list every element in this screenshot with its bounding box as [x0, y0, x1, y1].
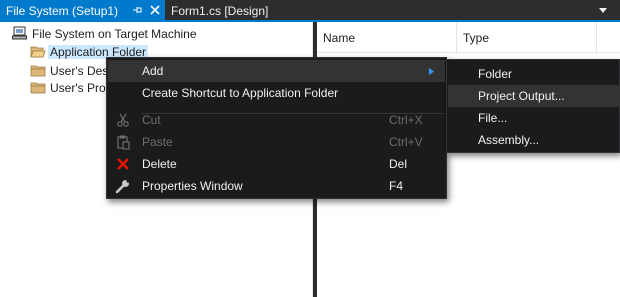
- menu-item-delete-shortcut: Del: [389, 157, 408, 171]
- menu-item-delete-label: Delete: [142, 157, 177, 171]
- context-menu: Add Create Shortcut to Application Folde…: [106, 57, 447, 199]
- menu-item-properties-shortcut: F4: [389, 179, 404, 193]
- tab-file-system[interactable]: File System (Setup1): [0, 0, 165, 22]
- wrench-icon: [115, 179, 130, 194]
- pin-icon[interactable]: [131, 4, 143, 16]
- tab-form1-design[interactable]: Form1.cs [Design]: [165, 0, 305, 20]
- delete-x-icon: [117, 158, 129, 170]
- submenu-item-folder-label: Folder: [478, 67, 513, 81]
- submenu-item-project-output-label: Project Output...: [478, 89, 565, 103]
- folder-open-icon: [30, 46, 46, 58]
- menu-item-add[interactable]: Add: [108, 60, 445, 82]
- menu-item-cut-shortcut: Ctrl+X: [389, 113, 423, 127]
- document-tab-strip: File System (Setup1) Form1.cs [Design]: [0, 0, 620, 22]
- column-header-name-label: Name: [323, 31, 356, 45]
- submenu-item-file[interactable]: File...: [448, 107, 620, 129]
- submenu-item-assembly[interactable]: Assembly...: [448, 129, 620, 151]
- menu-item-cut-label: Cut: [142, 113, 161, 127]
- menu-item-create-shortcut[interactable]: Create Shortcut to Application Folder: [108, 82, 445, 104]
- menu-item-create-shortcut-label: Create Shortcut to Application Folder: [142, 86, 339, 100]
- tree-root-label: File System on Target Machine: [32, 27, 197, 41]
- submenu-arrow-icon: [429, 68, 434, 75]
- menu-item-properties-label: Properties Window: [142, 179, 243, 193]
- submenu-item-file-label: File...: [478, 111, 508, 125]
- scissors-icon: [117, 113, 129, 127]
- submenu-item-project-output[interactable]: Project Output...: [448, 85, 620, 107]
- column-header-name[interactable]: Name: [317, 22, 457, 52]
- menu-item-paste-label: Paste: [142, 135, 173, 149]
- folder-icon: [30, 82, 46, 94]
- menu-item-add-label: Add: [142, 64, 164, 78]
- paste-icon: [117, 135, 130, 150]
- menu-item-paste-shortcut: Ctrl+V: [389, 135, 423, 149]
- menu-item-paste[interactable]: Paste Ctrl+V: [108, 131, 445, 153]
- close-icon[interactable]: [149, 4, 161, 16]
- header-divider: [317, 52, 620, 53]
- folder-icon: [30, 65, 46, 77]
- submenu-item-folder[interactable]: Folder: [448, 63, 620, 85]
- tab-form1-label: Form1.cs [Design]: [171, 4, 269, 18]
- tab-file-system-label: File System (Setup1): [6, 4, 119, 18]
- column-header-type-label: Type: [463, 31, 490, 45]
- tab-dropdown-icon[interactable]: [598, 6, 608, 14]
- add-submenu: Folder Project Output... File... Assembl…: [446, 59, 620, 153]
- menu-item-delete[interactable]: Delete Del: [108, 153, 445, 175]
- computer-icon: [12, 26, 27, 40]
- submenu-item-assembly-label: Assembly...: [478, 133, 540, 147]
- menu-item-properties-window[interactable]: Properties Window F4: [108, 175, 445, 197]
- column-header-type[interactable]: Type: [457, 22, 597, 52]
- menu-item-cut[interactable]: Cut Ctrl+X: [108, 109, 445, 131]
